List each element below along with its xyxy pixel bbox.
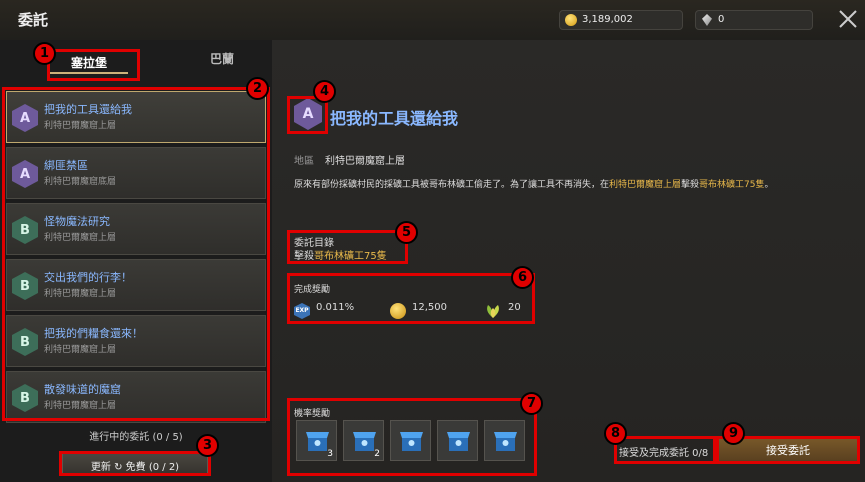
desc-text: 。: [764, 180, 774, 190]
quest-description: 原來有部份採礦村民的採礦工具被哥布林礦工偷走了。為了讓工具不再消失，在利特巴爾魔…: [294, 177, 854, 190]
gem-display: 0: [695, 10, 813, 30]
annotation-badge: 4: [313, 80, 336, 103]
window-title: 委託: [18, 11, 49, 29]
location-label: 地區: [294, 156, 314, 167]
annotation-box: [287, 230, 408, 264]
annotation-box: [2, 87, 270, 421]
annotation-badge: 7: [520, 392, 543, 415]
desc-text: 原來有部份採礦村民的採礦工具被哥布林礦工偷走了。為了讓工具不再消失，在: [294, 180, 610, 190]
gem-icon: [702, 14, 712, 26]
annotation-badge: 2: [246, 77, 269, 100]
top-bar: 委託 3,189,002 0: [0, 0, 865, 40]
active-quest-count: 進行中的委託 (0 / 5): [89, 432, 183, 443]
annotation-badge: 6: [511, 266, 534, 289]
annotation-box: [287, 398, 537, 476]
gem-value: 0: [718, 14, 725, 25]
gold-value: 3,189,002: [582, 14, 633, 25]
gold-coin-icon: [565, 14, 577, 26]
detail-title: 把我的工具還給我: [330, 109, 459, 128]
gold-display: 3,189,002: [559, 10, 683, 30]
annotation-badge: 9: [722, 422, 745, 445]
desc-text: 擊殺: [681, 180, 700, 190]
location-value: 利特巴爾魔窟上層: [325, 156, 405, 167]
annotation-badge: 3: [196, 434, 219, 457]
annotation-box: [614, 436, 716, 464]
close-icon[interactable]: [836, 7, 860, 31]
annotation-box: [287, 273, 535, 324]
annotation-badge: 8: [604, 422, 627, 445]
annotation-badge: 1: [33, 42, 56, 65]
desc-place: 利特巴爾魔窟上層: [609, 180, 682, 190]
annotation-badge: 5: [395, 221, 418, 244]
annotation-box: [47, 49, 140, 81]
tab-valen[interactable]: 巴蘭: [210, 50, 234, 67]
annotation-box: [59, 451, 211, 476]
desc-target: 哥布林礦工75隻: [699, 180, 765, 190]
